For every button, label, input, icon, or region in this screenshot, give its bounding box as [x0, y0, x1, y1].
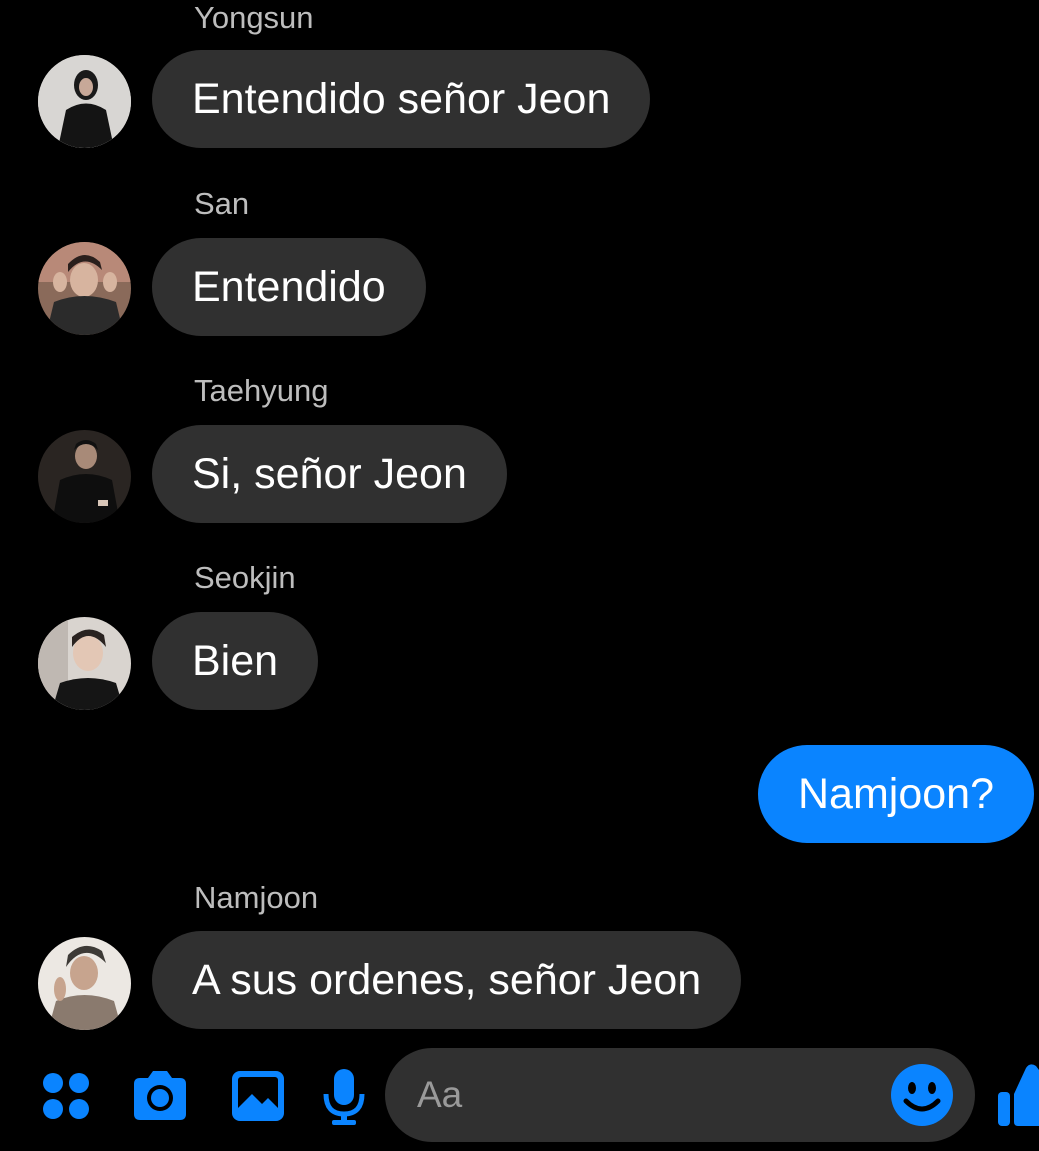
outgoing-message-bubble[interactable]: Namjoon? [758, 745, 1034, 843]
message-bubble[interactable]: Si, señor Jeon [152, 425, 507, 523]
thumbs-up-icon[interactable] [996, 1060, 1039, 1130]
sender-name-namjoon: Namjoon [194, 880, 319, 915]
sender-name-taehyung: Taehyung [194, 373, 329, 408]
avatar-yongsun[interactable] [38, 55, 131, 148]
sender-name-seokjin: Seokjin [194, 560, 296, 595]
message-bubble[interactable]: Entendido [152, 238, 426, 336]
avatar-seokjin[interactable] [38, 617, 131, 710]
composer-bar: Aa [0, 1046, 1039, 1146]
avatar-taehyung[interactable] [38, 430, 131, 523]
sender-name-san: San [194, 186, 250, 221]
sender-name-yongsun: Yongsun [194, 0, 314, 35]
message-input-placeholder: Aa [417, 1074, 463, 1115]
message-input[interactable]: Aa [385, 1048, 975, 1142]
gallery-icon[interactable] [228, 1066, 288, 1126]
avatar-namjoon[interactable] [38, 937, 131, 1030]
apps-icon[interactable] [36, 1066, 96, 1126]
camera-icon[interactable] [130, 1066, 190, 1126]
message-bubble[interactable]: Entendido señor Jeon [152, 50, 651, 148]
microphone-icon[interactable] [316, 1066, 372, 1126]
message-bubble[interactable]: Bien [152, 612, 319, 710]
avatar-san[interactable] [38, 242, 131, 335]
message-bubble[interactable]: A sus ordenes, señor Jeon [152, 931, 742, 1029]
emoji-icon[interactable] [890, 1063, 954, 1127]
